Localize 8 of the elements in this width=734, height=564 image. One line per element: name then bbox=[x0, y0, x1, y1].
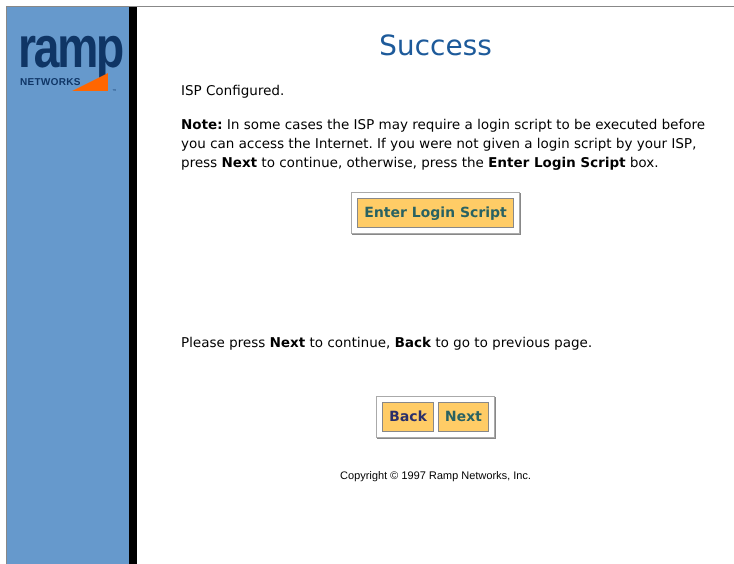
back-button[interactable]: Back bbox=[382, 402, 434, 432]
next-button[interactable]: Next bbox=[438, 402, 489, 432]
instruction-text: Please press Next to continue, Back to go to previous page. bbox=[181, 334, 594, 353]
enter-login-script-button[interactable]: Enter Login Script bbox=[357, 198, 514, 228]
status-text: ISP Configured. bbox=[181, 82, 286, 101]
note-text: Note: In some cases the ISP may require a login script to be executed before you can access the Internet. If you were not given a login script by your ISP, press Next to continue, otherwise, press the Enter Login Script box. bbox=[181, 116, 706, 173]
copyright-text: Copyright © 1997 Ramp Networks, Inc. bbox=[340, 470, 531, 482]
page-title: Success bbox=[379, 29, 492, 62]
